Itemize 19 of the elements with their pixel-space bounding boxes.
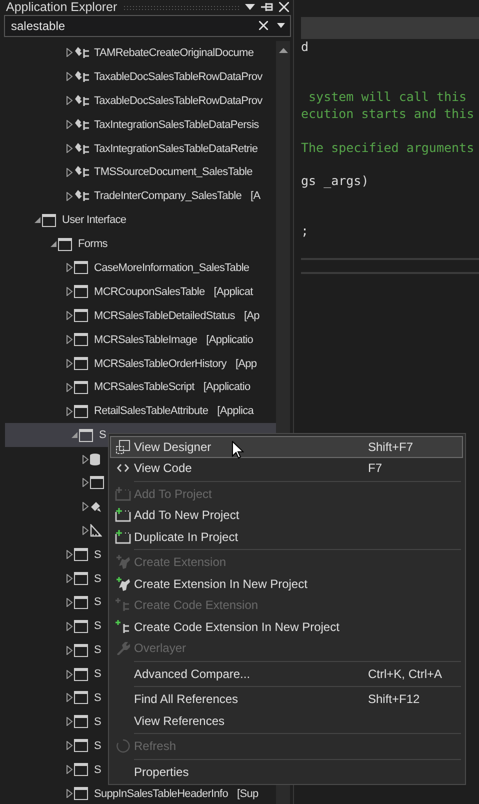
code-line: gs _args) [301, 173, 370, 190]
shortcut-label: F7 [368, 461, 384, 476]
model-label: [Ap [244, 310, 260, 322]
model-label: [Applicat [214, 286, 253, 298]
code-line: ; [301, 223, 310, 240]
model-label: [App [235, 358, 257, 370]
model-label: [Applica [217, 405, 254, 418]
model-label: [A [250, 190, 260, 202]
shortcut-label: Ctrl+K, Ctrl+A [368, 666, 444, 681]
code-line: The specified arguments [301, 140, 476, 156]
shortcut-label: Shift+F12 [368, 692, 421, 706]
model-label: [Applicatio [203, 381, 250, 394]
model-label: [Sup [237, 788, 258, 800]
code-line: ecution starts and this [301, 106, 476, 123]
panel-title: Application Explorer [6, 0, 118, 14]
code-line: d [301, 39, 310, 56]
shortcut-label: Shift+F7 [368, 440, 414, 454]
model-label: [Applicatio [206, 334, 254, 346]
code-line: system will call this [308, 89, 468, 106]
